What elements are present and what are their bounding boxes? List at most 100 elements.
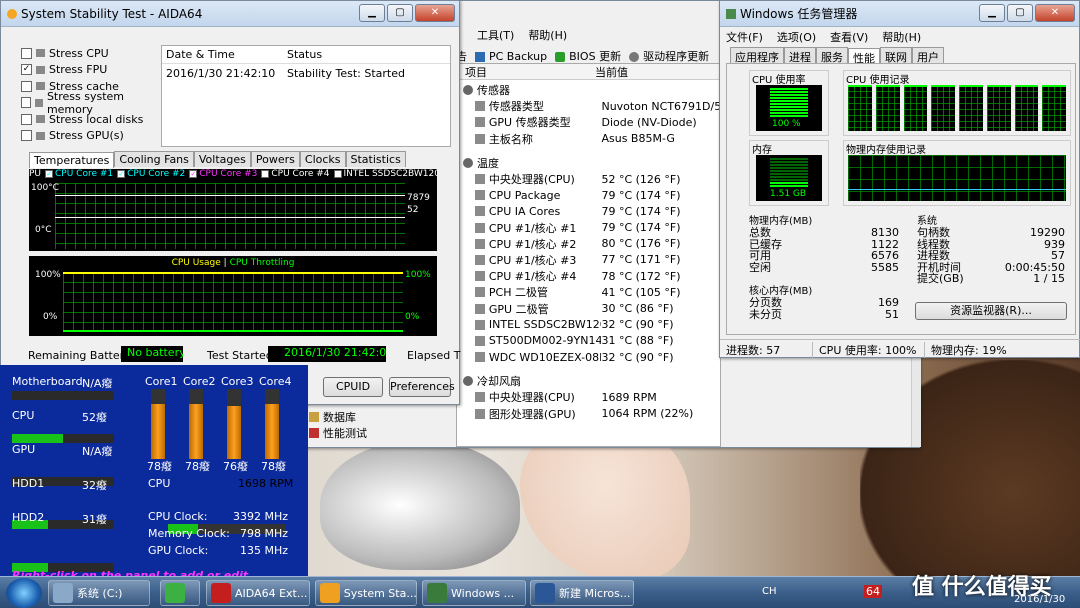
- resource-monitor-button[interactable]: 资源监视器(R)...: [915, 302, 1067, 320]
- taskbar-item[interactable]: Windows ...: [422, 580, 526, 606]
- stability-test-window[interactable]: System Stability Test - AIDA64 ▁ ▢ ✕ Stres…: [0, 0, 460, 405]
- tm-minimize-button[interactable]: ▁: [979, 4, 1005, 22]
- stability-titlebar[interactable]: System Stability Test - AIDA64 ▁ ▢ ✕: [1, 1, 459, 27]
- tab-4[interactable]: Clocks: [299, 151, 346, 167]
- sensor-group[interactable]: 温度: [463, 155, 720, 171]
- maximize-button[interactable]: ▢: [387, 4, 413, 22]
- log-status: Stability Test: Started: [287, 66, 405, 80]
- legend-checkbox[interactable]: ✓: [333, 169, 342, 178]
- legend-checkbox[interactable]: ✓: [189, 169, 198, 178]
- tab-5[interactable]: Statistics: [345, 151, 406, 167]
- stress-option[interactable]: Stress system memory: [21, 90, 159, 116]
- col-value[interactable]: 当前值: [595, 64, 628, 79]
- sensor-group[interactable]: 传感器: [463, 82, 720, 98]
- menu-tools[interactable]: 工具(T): [477, 27, 514, 43]
- stress-checkbox[interactable]: [21, 130, 32, 142]
- stress-checkbox[interactable]: [21, 97, 31, 109]
- sensor-icon: [475, 206, 485, 217]
- taskbar-item-label: AIDA64 Ext...: [235, 586, 308, 600]
- tab-0[interactable]: Temperatures: [29, 152, 115, 168]
- clock-date[interactable]: 2016/1/30: [1014, 594, 1065, 605]
- tree-benchmark[interactable]: 性能测试: [309, 425, 409, 441]
- group-icon: [463, 376, 473, 387]
- legend-checkbox[interactable]: ✓: [261, 169, 270, 178]
- menu-help[interactable]: 帮助(H): [528, 27, 567, 43]
- cpuid-button[interactable]: CPUID: [323, 377, 383, 397]
- stress-checkbox[interactable]: [21, 47, 32, 59]
- task-manager-window[interactable]: Windows 任务管理器 ▁ ▢ ✕ 文件(F) 选项(O) 查看(V) 帮助(H) 应…: [719, 0, 1080, 358]
- toolbar-driver-update[interactable]: 驱动程序更新: [629, 48, 709, 64]
- sensor-row[interactable]: 主板名称 Asus B85M-G: [463, 131, 720, 147]
- sensor-row[interactable]: GPU 传感器类型 Diode (NV-Diode): [463, 114, 720, 130]
- tm-maximize-button[interactable]: ▢: [1007, 4, 1033, 22]
- sensor-row[interactable]: 传感器类型 Nuvoton NCT6791D/5538: [463, 98, 720, 114]
- close-button[interactable]: ✕: [415, 4, 455, 22]
- sensor-row[interactable]: CPU #1/核心 #3 77 °C (171 °F): [463, 252, 720, 268]
- stress-checkbox[interactable]: [21, 113, 32, 125]
- tm-menu-item[interactable]: 选项(O): [777, 29, 816, 45]
- stress-option[interactable]: Stress CPU: [21, 45, 159, 62]
- taskbar-item[interactable]: 系统 (C:): [48, 580, 150, 606]
- minimize-button[interactable]: ▁: [359, 4, 385, 22]
- temp-legend-item[interactable]: ✓ CPU Core #1: [45, 169, 113, 181]
- taskbar-item[interactable]: AIDA64 Ext...: [206, 580, 310, 606]
- tm-stat-key: 提交(GB): [917, 272, 964, 285]
- temp-legend-item[interactable]: ✓ INTEL SSDSC2BW120A: [333, 169, 437, 181]
- tab-1[interactable]: Cooling Fans: [114, 151, 194, 167]
- sensor-row[interactable]: GPU 二极管 30 °C (86 °F): [463, 300, 720, 316]
- sensor-row[interactable]: CPU #1/核心 #4 78 °C (172 °F): [463, 268, 720, 284]
- legend-checkbox[interactable]: ✓: [45, 169, 54, 178]
- stress-option[interactable]: Stress GPU(s): [21, 128, 159, 145]
- sensor-row[interactable]: 中央处理器(CPU) 52 °C (126 °F): [463, 171, 720, 187]
- toolbar-pc-backup[interactable]: PC Backup: [475, 50, 547, 63]
- taskmgr-titlebar[interactable]: Windows 任务管理器 ▁ ▢ ✕: [720, 1, 1079, 27]
- toolbar-bios-update[interactable]: BIOS 更新: [555, 48, 621, 64]
- sensor-row[interactable]: ST500DM002-9YN14C 31 °C (88 °F): [463, 333, 720, 349]
- sensor-panel-hint: Right-click on the panel to add or edit …: [12, 569, 249, 576]
- sensor-row[interactable]: INTEL SSDSC2BW120A432 °C (90 °F): [463, 317, 720, 333]
- sensor-row[interactable]: CPU #1/核心 #2 80 °C (176 °F): [463, 236, 720, 252]
- aida-tray-badge[interactable]: 64: [864, 585, 882, 598]
- sensor-icon: [475, 117, 485, 128]
- status-processes: 进程数: 57: [726, 343, 781, 357]
- taskbar-item[interactable]: [160, 580, 200, 606]
- sensor-value: 30 °C (86 °F): [601, 302, 674, 316]
- taskbar-item[interactable]: System Sta...: [315, 580, 417, 606]
- sensor-row[interactable]: CPU #1/核心 #1 79 °C (174 °F): [463, 220, 720, 236]
- temp-legend-item[interactable]: PU: [29, 169, 41, 181]
- tm-menu-item[interactable]: 帮助(H): [882, 29, 921, 45]
- temp-legend-item[interactable]: ✓ CPU Core #3: [189, 169, 257, 181]
- sensor-row[interactable]: PCH 二极管 41 °C (105 °F): [463, 284, 720, 300]
- temp-legend-item[interactable]: ✓ CPU Core #2: [117, 169, 185, 181]
- tab-2[interactable]: Voltages: [193, 151, 251, 167]
- group-title: 冷却风扇: [477, 375, 521, 389]
- col-item[interactable]: 项目: [457, 64, 595, 79]
- legend-checkbox[interactable]: ✓: [117, 169, 126, 178]
- temp-legend-item[interactable]: ✓ CPU Core #4: [261, 169, 330, 181]
- taskbar-item[interactable]: 新建 Micros...: [530, 580, 634, 606]
- stress-option[interactable]: ✓ Stress FPU: [21, 62, 159, 79]
- tree-database[interactable]: 数据库: [309, 409, 409, 425]
- stress-option[interactable]: Stress local disks: [21, 111, 159, 128]
- sensor-panel[interactable]: Motherboard N/A癈 CPU 52癈 GPU N/A癈 HDD1 32癈 HDD2 3…: [0, 365, 308, 576]
- tm-menu-item[interactable]: 文件(F): [726, 29, 763, 45]
- memory-history-graph: [848, 155, 1066, 201]
- temp-line-cores: [55, 195, 405, 196]
- start-button[interactable]: [6, 578, 42, 608]
- preferences-button[interactable]: Preferences: [389, 377, 455, 397]
- tm-close-button[interactable]: ✕: [1035, 4, 1075, 22]
- tab-3[interactable]: Powers: [250, 151, 300, 167]
- sensor-group[interactable]: 冷却风扇: [463, 373, 720, 389]
- sensor-row[interactable]: WDC WD10EZEX-08M...32 °C (90 °F): [463, 349, 720, 365]
- sensor-list[interactable]: 项目 当前值 传感器传感器类型Nuvoton NCT6791D/5538GPU …: [456, 63, 721, 447]
- stress-checkbox[interactable]: ✓: [21, 64, 32, 76]
- tm-menu-item[interactable]: 查看(V): [830, 29, 868, 45]
- sensor-icon: [475, 190, 485, 201]
- ime-indicator[interactable]: CH: [762, 586, 777, 597]
- sensor-row[interactable]: CPU IA Cores 79 °C (174 °F): [463, 203, 720, 219]
- sensor-row[interactable]: 中央处理器(CPU) 1689 RPM: [463, 389, 720, 405]
- sensor-row[interactable]: CPU Package 79 °C (174 °F): [463, 187, 720, 203]
- tm-stat-value: 169: [878, 296, 899, 309]
- sensor-row[interactable]: 图形处理器(GPU) 1064 RPM (22%): [463, 406, 720, 422]
- stress-checkbox[interactable]: [21, 80, 32, 92]
